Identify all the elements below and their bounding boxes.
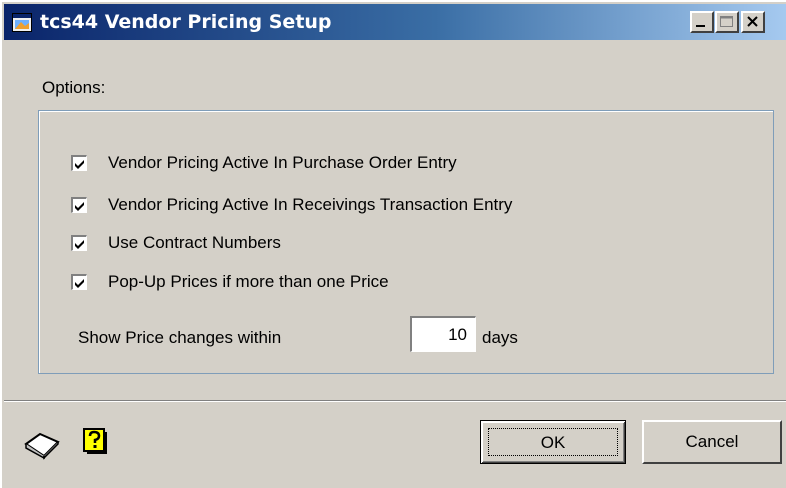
minimize-icon xyxy=(696,25,705,27)
dialog-window: tcs44 Vendor Pricing Setup Options: Vend xyxy=(0,0,786,488)
maximize-button[interactable] xyxy=(715,11,739,33)
help-icon[interactable] xyxy=(82,427,110,455)
window-app-icon[interactable] xyxy=(12,13,32,32)
window-title: tcs44 Vendor Pricing Setup xyxy=(40,11,332,33)
minimize-button[interactable] xyxy=(690,11,714,33)
note-icon[interactable] xyxy=(22,430,62,460)
checkmark-icon xyxy=(75,240,84,249)
close-icon xyxy=(747,16,758,27)
checkmark-icon xyxy=(75,202,84,211)
close-button[interactable] xyxy=(741,11,765,33)
checkbox-receivings[interactable] xyxy=(71,197,87,213)
checkbox-label: Vendor Pricing Active In Purchase Order … xyxy=(108,153,457,172)
ok-button[interactable]: OK xyxy=(480,420,626,464)
title-bar[interactable]: tcs44 Vendor Pricing Setup xyxy=(4,4,786,40)
ok-button-label: OK xyxy=(488,428,618,456)
show-price-changes-label: Show Price changes within xyxy=(78,328,282,347)
options-label: Options: xyxy=(42,78,106,97)
footer-divider-highlight xyxy=(4,401,786,402)
cancel-button[interactable]: Cancel xyxy=(642,420,782,464)
checkbox-label: Pop-Up Prices if more than one Price xyxy=(108,272,389,291)
maximize-icon xyxy=(720,16,733,27)
checkmark-icon xyxy=(75,279,84,288)
checkbox-purchase-order[interactable] xyxy=(71,155,87,171)
checkbox-label: Vendor Pricing Active In Receivings Tran… xyxy=(108,195,513,214)
checkbox-label: Use Contract Numbers xyxy=(108,233,281,252)
checkbox-popup-prices[interactable] xyxy=(71,274,87,290)
checkbox-contract-numbers[interactable] xyxy=(71,235,87,251)
days-unit-label: days xyxy=(482,328,518,347)
days-input[interactable]: 10 xyxy=(410,316,476,352)
checkmark-icon xyxy=(75,160,84,169)
